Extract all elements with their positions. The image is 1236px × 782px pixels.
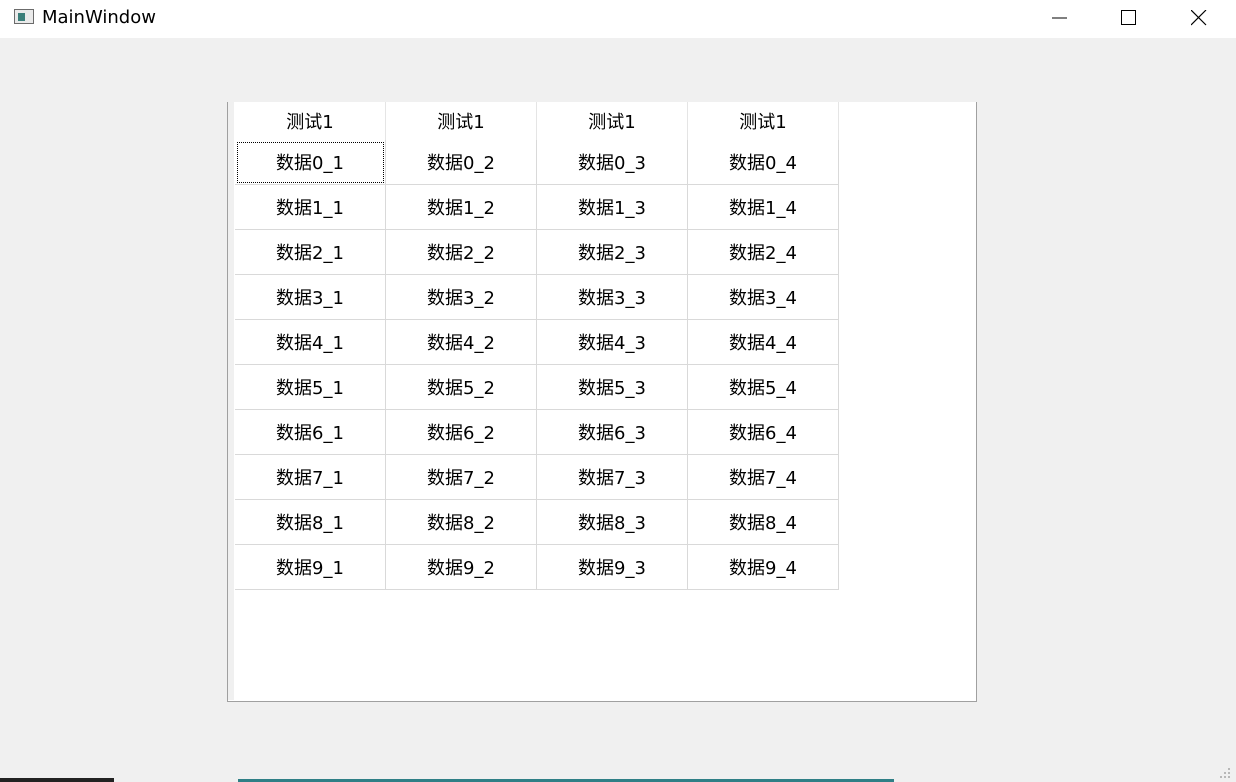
main-window: MainWindow 测试1 测试1 测试1 测试1 数据0_1 数据0_2 数… (0, 0, 1236, 782)
vertical-header (228, 102, 234, 700)
resize-grip-icon[interactable] (1218, 766, 1232, 780)
table-cell[interactable]: 数据4_4 (687, 319, 839, 365)
table-cell[interactable]: 数据6_1 (235, 409, 386, 455)
table-cell[interactable]: 数据5_2 (385, 364, 537, 410)
table-cell[interactable]: 数据0_1 (235, 140, 386, 185)
background-artifact (0, 778, 114, 782)
table-row: 数据9_1 数据9_2 数据9_3 数据9_4 (235, 544, 839, 590)
close-icon (1191, 10, 1207, 26)
table-cell[interactable]: 数据1_1 (235, 184, 386, 230)
table-cell[interactable]: 数据0_3 (536, 140, 688, 185)
table-cell[interactable]: 数据1_4 (687, 184, 839, 230)
close-button[interactable] (1164, 0, 1234, 36)
table-cell[interactable]: 数据2_1 (235, 229, 386, 275)
minimize-button[interactable] (1025, 0, 1095, 36)
table-cell[interactable]: 数据8_2 (385, 499, 537, 545)
table-cell[interactable]: 数据1_2 (385, 184, 537, 230)
table-row: 数据8_1 数据8_2 数据8_3 数据8_4 (235, 499, 839, 545)
table-cell[interactable]: 数据2_4 (687, 229, 839, 275)
table-cell[interactable]: 数据7_4 (687, 454, 839, 500)
column-header[interactable]: 测试1 (536, 102, 688, 140)
table-cell[interactable]: 数据9_4 (687, 544, 839, 590)
table-cell[interactable]: 数据3_1 (235, 274, 386, 320)
table-cell[interactable]: 数据8_4 (687, 499, 839, 545)
window-title: MainWindow (42, 7, 156, 28)
table-cell[interactable]: 数据5_3 (536, 364, 688, 410)
table-cell[interactable]: 数据6_4 (687, 409, 839, 455)
maximize-button[interactable] (1094, 0, 1164, 36)
table-cell[interactable]: 数据6_3 (536, 409, 688, 455)
table-row: 数据1_1 数据1_2 数据1_3 数据1_4 (235, 184, 839, 230)
table-cell[interactable]: 数据0_4 (687, 140, 839, 185)
table-row: 数据0_1 数据0_2 数据0_3 数据0_4 (235, 140, 839, 185)
table-row: 数据7_1 数据7_2 数据7_3 数据7_4 (235, 454, 839, 500)
table-row: 数据4_1 数据4_2 数据4_3 数据4_4 (235, 319, 839, 365)
table-row: 数据6_1 数据6_2 数据6_3 数据6_4 (235, 409, 839, 455)
minimize-icon (1052, 17, 1067, 19)
table-cell[interactable]: 数据2_2 (385, 229, 537, 275)
table-cell[interactable]: 数据7_2 (385, 454, 537, 500)
data-table[interactable]: 测试1 测试1 测试1 测试1 数据0_1 数据0_2 数据0_3 数据0_4 … (235, 102, 839, 590)
column-header[interactable]: 测试1 (235, 102, 386, 140)
table-row: 数据2_1 数据2_2 数据2_3 数据2_4 (235, 229, 839, 275)
header-row: 测试1 测试1 测试1 测试1 (235, 102, 839, 140)
table-cell[interactable]: 数据1_3 (536, 184, 688, 230)
table-row: 数据5_1 数据5_2 数据5_3 数据5_4 (235, 364, 839, 410)
app-icon (14, 9, 34, 24)
table-cell[interactable]: 数据3_3 (536, 274, 688, 320)
table-widget[interactable]: 测试1 测试1 测试1 测试1 数据0_1 数据0_2 数据0_3 数据0_4 … (227, 102, 977, 702)
table-cell[interactable]: 数据7_1 (235, 454, 386, 500)
table-cell[interactable]: 数据9_3 (536, 544, 688, 590)
table-cell[interactable]: 数据4_3 (536, 319, 688, 365)
table-cell[interactable]: 数据8_1 (235, 499, 386, 545)
table-row: 数据3_1 数据3_2 数据3_3 数据3_4 (235, 274, 839, 320)
table-cell[interactable]: 数据3_2 (385, 274, 537, 320)
table-cell[interactable]: 数据2_3 (536, 229, 688, 275)
table-cell[interactable]: 数据7_3 (536, 454, 688, 500)
table-cell[interactable]: 数据4_2 (385, 319, 537, 365)
table-cell[interactable]: 数据9_1 (235, 544, 386, 590)
title-bar[interactable]: MainWindow (0, 0, 1236, 38)
table-cell[interactable]: 数据9_2 (385, 544, 537, 590)
column-header[interactable]: 测试1 (385, 102, 537, 140)
table-cell[interactable]: 数据0_2 (385, 140, 537, 185)
table-cell[interactable]: 数据8_3 (536, 499, 688, 545)
table-cell[interactable]: 数据3_4 (687, 274, 839, 320)
table-cell[interactable]: 数据5_4 (687, 364, 839, 410)
table-cell[interactable]: 数据6_2 (385, 409, 537, 455)
maximize-icon (1121, 10, 1136, 25)
table-cell[interactable]: 数据5_1 (235, 364, 386, 410)
table-cell[interactable]: 数据4_1 (235, 319, 386, 365)
column-header[interactable]: 测试1 (687, 102, 839, 140)
